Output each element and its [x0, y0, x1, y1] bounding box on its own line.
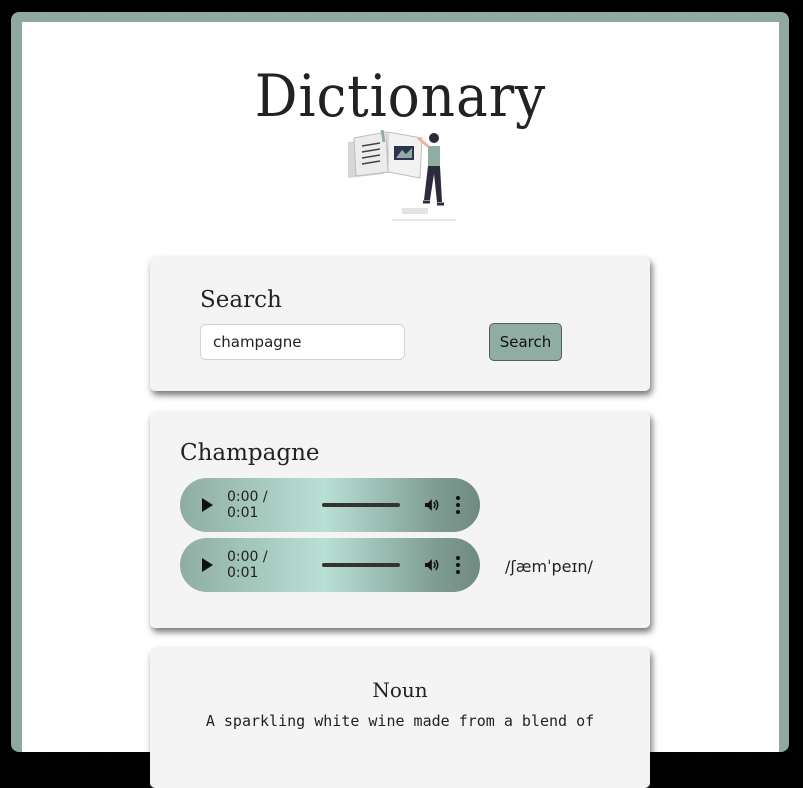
play-icon[interactable] — [202, 498, 213, 512]
phonetic-text: /ʃæmˈpeɪn/ — [505, 557, 593, 576]
part-of-speech: Noun — [372, 678, 428, 702]
word-result-card: Champagne 0:00 / 0:01 0:00 / 0:01 /ʃæmˈp… — [150, 412, 650, 628]
main-panel: Dictionary Search Search Champagne 0:00 … — [22, 22, 779, 788]
audio-time: 0:00 / 0:01 — [227, 489, 268, 521]
audio-time: 0:00 / 0:01 — [227, 549, 268, 581]
volume-icon[interactable] — [424, 497, 440, 513]
meaning-card: Noun A sparkling white wine made from a … — [150, 648, 650, 788]
audio-player[interactable]: 0:00 / 0:01 — [180, 538, 480, 592]
definition-text: A sparkling white wine made from a blend… — [205, 712, 595, 730]
person-reading-book-illustration — [348, 130, 456, 221]
audio-progress-bar[interactable] — [321, 503, 401, 507]
play-icon[interactable] — [202, 558, 213, 572]
word-title: Champagne — [180, 440, 320, 466]
more-options-icon[interactable] — [456, 496, 460, 514]
volume-icon[interactable] — [424, 557, 440, 573]
page-title: Dictionary — [254, 62, 547, 130]
more-options-icon[interactable] — [456, 556, 460, 574]
search-card: Search Search — [150, 257, 650, 391]
search-input[interactable] — [200, 324, 405, 360]
audio-player[interactable]: 0:00 / 0:01 — [180, 478, 480, 532]
search-label: Search — [200, 287, 282, 313]
search-button[interactable]: Search — [489, 323, 562, 361]
audio-progress-bar[interactable] — [321, 563, 401, 567]
